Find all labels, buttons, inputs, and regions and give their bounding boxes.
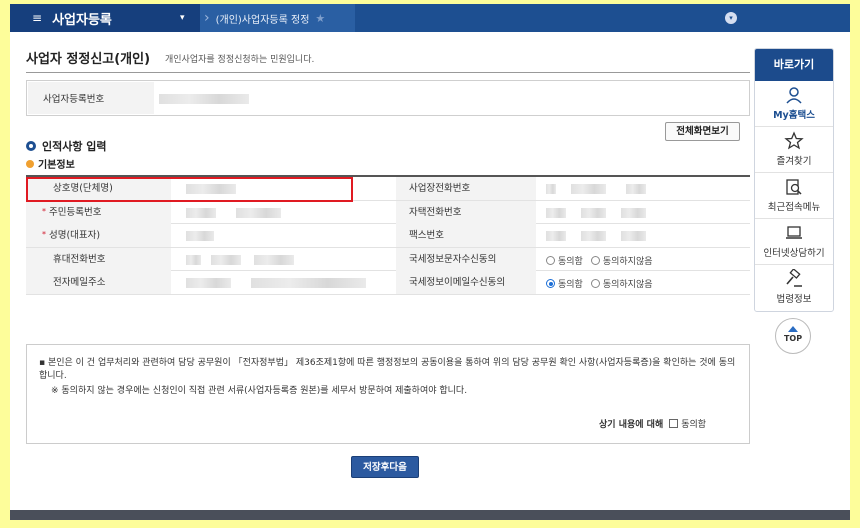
- scroll-top-button[interactable]: TOP: [775, 318, 811, 354]
- consent-note: ※ 동의하지 않는 경우에는 신청인이 직접 관련 서류(사업자등록증 원본)를…: [51, 386, 468, 396]
- representative-name-value[interactable]: [186, 231, 214, 241]
- quick-item-label: 인터넷상담하기: [763, 248, 825, 259]
- field-label: 휴대전화번호: [26, 247, 171, 271]
- field-label: 국세정보이메일수신동의: [396, 271, 536, 294]
- home-phone-part1[interactable]: [546, 207, 566, 218]
- consent-agree-label[interactable]: 동의함: [681, 417, 706, 430]
- quick-item-law-info[interactable]: 법령정보: [755, 265, 833, 311]
- field-label: * 주민등록번호: [26, 200, 171, 224]
- laptop-icon: [786, 226, 802, 239]
- gavel-icon: [786, 269, 802, 287]
- quick-item-online-consult[interactable]: 인터넷상담하기: [755, 219, 833, 265]
- title-divider: [26, 72, 750, 73]
- sms-agree-radio[interactable]: [546, 255, 555, 265]
- table-row: 휴대전화번호 국세정보문자수신동의 동의함 동의하지않음: [26, 247, 750, 271]
- mobile-part1[interactable]: [186, 254, 201, 265]
- fax-part3[interactable]: [621, 231, 646, 241]
- field-label: * 성명(대표자): [26, 224, 171, 247]
- email-consent-group: 동의함 동의하지않음: [546, 277, 661, 290]
- email-disagree-radio[interactable]: [590, 279, 600, 288]
- fax-part2[interactable]: [581, 231, 606, 241]
- star-icon: [784, 131, 804, 150]
- fax-part1[interactable]: [546, 231, 566, 241]
- subsection-bullet-icon: [26, 159, 34, 168]
- field-label: 자택전화번호: [396, 200, 536, 224]
- top-nav-bar: ≡ 사업자등록 ▾ › (개인)사업자등록 정정 ★ ▾: [10, 4, 850, 32]
- table-row: 전자메일주소 국세정보이메일수신동의 동의함 동의하지않음: [26, 271, 750, 295]
- mobile-part3[interactable]: [254, 254, 294, 265]
- business-phone-part1[interactable]: [546, 184, 556, 194]
- browser-frame: ≡ 사업자등록 ▾ › (개인)사업자등록 정정 ★ ▾ 사업자 정정신고(개인…: [10, 4, 850, 520]
- user-icon: [786, 87, 802, 104]
- favorite-star-icon[interactable]: ★: [315, 12, 325, 25]
- section-title: 사업자등록: [52, 12, 112, 28]
- quick-item-favorites[interactable]: 즐겨찾기: [755, 127, 833, 173]
- fullscreen-button[interactable]: 전체화면보기: [665, 122, 740, 141]
- table-row: * 주민등록번호 자택전화번호: [26, 200, 750, 224]
- quick-links-panel: 바로가기 My홈택스 즐겨찾기 최근접속메뉴 인터넷상담하기 법령정보: [754, 48, 834, 312]
- consent-agree-checkbox[interactable]: [669, 419, 679, 428]
- section-heading: 인적사항 입력: [26, 138, 107, 154]
- quick-item-label: My홈택스: [773, 110, 815, 121]
- sms-disagree-label: 동의하지않음: [602, 256, 653, 267]
- email-local-part[interactable]: [186, 278, 231, 288]
- section-heading-text: 인적사항 입력: [42, 140, 107, 153]
- registration-number-value: [159, 94, 249, 104]
- mobile-part2[interactable]: [211, 254, 241, 265]
- resident-number-front[interactable]: [186, 207, 216, 218]
- subsection-heading: 기본정보: [26, 156, 75, 171]
- consent-agree-row: 상기 내용에 대해 동의함: [599, 417, 706, 430]
- breadcrumb-separator: ›: [204, 10, 210, 26]
- section-bullet-icon: [26, 141, 36, 151]
- field-label: 사업장전화번호: [396, 177, 536, 200]
- home-phone-part2[interactable]: [581, 207, 606, 218]
- footer-bar: [10, 510, 850, 520]
- business-name-highlight: [26, 177, 353, 202]
- resident-number-back[interactable]: [236, 207, 281, 218]
- quick-item-label: 즐겨찾기: [776, 156, 812, 167]
- email-disagree-label: 동의하지않음: [602, 280, 653, 290]
- field-label: 팩스번호: [396, 224, 536, 247]
- consent-text: ▪ 본인은 이 건 업무처리와 관련하여 담당 공무원이 「전자정부법」 제36…: [39, 358, 736, 381]
- search-document-icon: [786, 179, 802, 195]
- quick-links-header: 바로가기: [755, 49, 833, 81]
- consent-box: ▪ 본인은 이 건 업무처리와 관련하여 담당 공무원이 「전자정부법」 제36…: [26, 344, 750, 444]
- email-agree-label: 동의함: [558, 280, 583, 290]
- section-menu[interactable]: ≡ 사업자등록 ▾: [10, 4, 200, 32]
- save-next-button[interactable]: 저장후다음: [351, 456, 419, 478]
- business-phone-part2[interactable]: [571, 184, 606, 194]
- sms-agree-label: 동의함: [558, 256, 583, 267]
- email-agree-radio[interactable]: [546, 279, 555, 288]
- sms-disagree-radio[interactable]: [590, 255, 600, 265]
- field-label: 국세정보문자수신동의: [396, 247, 536, 271]
- hamburger-menu-icon[interactable]: ≡: [32, 11, 42, 25]
- quick-item-my-hometax[interactable]: My홈택스: [755, 81, 833, 127]
- page-description: 개인사업자를 정정신청하는 민원입니다.: [165, 55, 315, 65]
- quick-item-recent-menu[interactable]: 최근접속메뉴: [755, 173, 833, 219]
- field-label: 전자메일주소: [26, 271, 171, 294]
- breadcrumb-current[interactable]: (개인)사업자등록 정정: [216, 11, 310, 26]
- dropdown-caret-icon[interactable]: ▾: [180, 13, 185, 23]
- breadcrumb: › (개인)사업자등록 정정 ★: [200, 4, 355, 32]
- sms-consent-group: 동의함 동의하지않음: [546, 254, 661, 267]
- arrow-up-icon: [788, 326, 798, 332]
- email-domain-part[interactable]: [251, 278, 366, 288]
- business-phone-part3[interactable]: [626, 184, 646, 194]
- registration-label: 사업자등록번호: [43, 94, 105, 105]
- quick-item-label: 법령정보: [776, 294, 812, 305]
- subsection-heading-text: 기본정보: [38, 160, 75, 171]
- nav-expand-icon[interactable]: ▾: [725, 12, 737, 24]
- page-title: 사업자 정정신고(개인): [26, 52, 151, 67]
- scroll-top-label: TOP: [783, 334, 803, 343]
- home-phone-part3[interactable]: [621, 207, 646, 218]
- table-row: * 성명(대표자) 팩스번호: [26, 224, 750, 248]
- quick-item-label: 최근접속메뉴: [767, 202, 821, 213]
- registration-number-box: 사업자등록번호: [26, 80, 750, 116]
- consent-agree-prompt: 상기 내용에 대해: [599, 420, 664, 430]
